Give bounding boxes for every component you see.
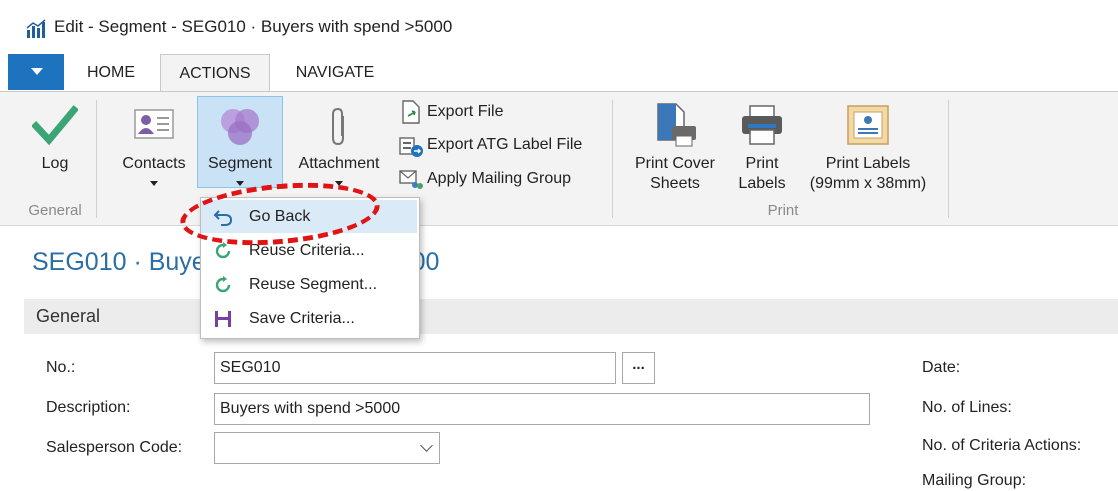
no-of-criteria-actions-label: No. of Criteria Actions: xyxy=(922,437,1082,454)
print-labels-line1: Print xyxy=(745,155,779,172)
description-label: Description: xyxy=(46,399,131,416)
print-cover-line1: Print Cover xyxy=(634,155,716,172)
export-label-icon xyxy=(399,137,423,157)
salesperson-label: Salesperson Code: xyxy=(46,439,183,456)
tab-home[interactable]: HOME xyxy=(72,54,150,92)
group-separator xyxy=(96,100,97,218)
tab-actions[interactable]: ACTIONS xyxy=(160,54,270,92)
mailing-group-label: Mailing Group: xyxy=(922,472,1027,489)
section-title: General xyxy=(36,306,101,326)
general-section-header[interactable] xyxy=(24,299,1118,334)
export-file-button[interactable]: Export File xyxy=(427,103,503,121)
reuse-segment-icon xyxy=(215,276,231,293)
print-cover-sheets-icon xyxy=(657,103,696,147)
attachment-button[interactable]: Attachment xyxy=(288,154,390,174)
menu-item-save-criteria[interactable]: Save Criteria... xyxy=(201,302,417,335)
page-title-left: SEG010 · Buye xyxy=(32,248,206,276)
segment-venn-icon xyxy=(221,109,259,145)
caret-down-icon xyxy=(150,181,158,186)
segment-button[interactable]: Segment xyxy=(200,154,280,174)
printer-icon xyxy=(742,105,782,145)
caret-down-icon xyxy=(31,68,43,75)
menu-item-label: Reuse Segment... xyxy=(249,276,378,293)
label-sheet-icon xyxy=(847,105,889,145)
contact-card-icon xyxy=(134,109,174,139)
export-atg-label-button[interactable]: Export ATG Label File xyxy=(427,136,582,154)
group-separator xyxy=(612,100,613,218)
date-label: Date: xyxy=(922,359,961,376)
group-label-print: Print xyxy=(767,202,799,219)
print-labels99-line1: Print Labels xyxy=(825,155,911,172)
mailing-group-icon xyxy=(399,170,423,189)
salesperson-select[interactable] xyxy=(214,432,440,464)
checkmark-icon xyxy=(32,105,78,146)
description-input[interactable]: Buyers with spend >5000 xyxy=(214,393,870,425)
file-menu-button[interactable] xyxy=(8,54,64,90)
export-file-icon xyxy=(402,100,420,124)
menu-item-reuse-segment[interactable]: Reuse Segment... xyxy=(201,268,417,301)
tab-navigate[interactable]: NAVIGATE xyxy=(282,54,388,92)
window-title: Edit - Segment - SEG010 · Buyers with sp… xyxy=(54,17,453,36)
save-icon xyxy=(215,311,231,327)
caret-down-icon xyxy=(236,181,244,186)
contacts-button[interactable]: Contacts xyxy=(114,154,194,174)
no-of-lines-label: No. of Lines: xyxy=(922,399,1012,416)
app-logo-icon xyxy=(26,19,46,38)
paperclip-icon xyxy=(332,107,344,146)
print-labels-99mm-button[interactable]: Print Labels (99mm x 38mm) xyxy=(796,154,940,194)
lookup-button[interactable]: ... xyxy=(622,352,655,384)
group-separator xyxy=(948,100,949,218)
no-input[interactable]: SEG010 xyxy=(214,352,616,384)
chevron-down-icon xyxy=(420,439,433,452)
group-label-general: General xyxy=(28,202,82,219)
print-cover-sheets-button[interactable]: Print Cover Sheets xyxy=(624,154,726,194)
print-labels-line2: Labels xyxy=(738,175,786,192)
no-label: No.: xyxy=(46,359,76,376)
print-labels99-line2: (99mm x 38mm) xyxy=(809,175,927,192)
print-labels-button[interactable]: Print Labels xyxy=(732,154,792,194)
apply-mailing-group-button[interactable]: Apply Mailing Group xyxy=(427,170,571,188)
print-cover-line2: Sheets xyxy=(650,175,700,192)
log-button[interactable]: Log xyxy=(38,154,72,174)
menu-item-label: Save Criteria... xyxy=(249,310,355,327)
